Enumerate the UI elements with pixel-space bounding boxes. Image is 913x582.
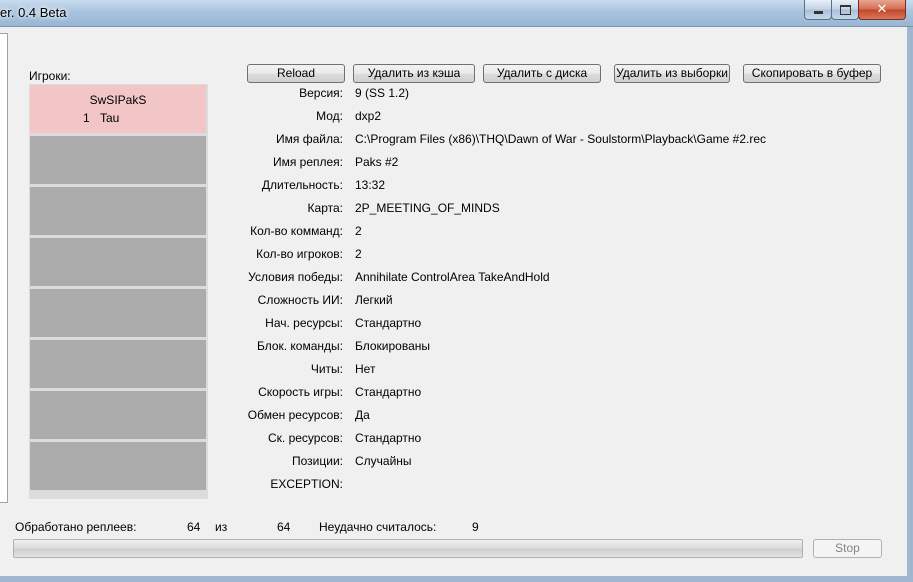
version-label: Версия: (299, 86, 343, 100)
player-slot-1[interactable]: SwSIPakS 1 Tau (30, 85, 206, 133)
close-icon: ✕ (876, 2, 888, 17)
map-value: 2P_MEETING_OF_MINDS (355, 201, 500, 215)
version-value: 9 (SS 1.2) (355, 86, 410, 100)
processed-label: Обработано реплеев: (15, 520, 137, 534)
window-frame-right (907, 27, 913, 582)
starting-resources-label: Нач. ресурсы: (265, 316, 343, 330)
players-count-label: Кол-во игроков: (256, 247, 343, 261)
reload-button[interactable]: Reload (247, 64, 345, 83)
delete-from-selection-button[interactable]: Удалить из выборки (614, 64, 730, 83)
mod-value: dxp2 (355, 109, 382, 123)
resource-sharing-label: Обмен ресурсов: (247, 408, 343, 422)
copy-to-clipboard-button[interactable]: Скопировать в буфер (743, 64, 881, 83)
player-slot-6[interactable] (30, 340, 206, 388)
players-panel: SwSIPakS 1 Tau (29, 84, 208, 499)
teams-count-label: Кол-во комманд: (250, 224, 343, 238)
map-label: Карта: (307, 201, 343, 215)
players-label: Игроки: (29, 69, 71, 83)
close-button[interactable]: ✕ (858, 0, 906, 20)
resource-sharing-value: Да (355, 408, 370, 422)
player-team: 1 (83, 111, 90, 125)
delete-from-disk-button[interactable]: Удалить с диска (483, 64, 601, 83)
player-slot-3[interactable] (30, 187, 206, 235)
cheats-value: Нет (355, 362, 376, 376)
of-label: из (215, 520, 228, 534)
player-name: SwSIPakS (89, 93, 147, 107)
failed-label: Неудачно считалось: (319, 520, 437, 534)
processed-count: 64 (187, 520, 201, 534)
victory-conditions-label: Условия победы: (248, 270, 343, 284)
minimize-icon (813, 11, 823, 14)
replay-name-value: Paks #2 (355, 155, 399, 169)
positions-label: Позиции: (292, 454, 343, 468)
window-title: er. 0.4 Beta (0, 5, 67, 20)
lock-teams-label: Блок. команды: (256, 339, 343, 353)
title-bar[interactable]: er. 0.4 Beta ✕ (0, 0, 913, 27)
lock-teams-value: Блокированы (355, 339, 431, 353)
minimize-button[interactable] (804, 0, 832, 20)
teams-count-value: 2 (355, 224, 362, 238)
mod-label: Мод: (316, 109, 343, 123)
replay-name-label: Имя реплея: (272, 155, 343, 169)
ai-difficulty-value: Легкий (355, 293, 393, 307)
game-speed-label: Скорость игры: (258, 385, 343, 399)
player-slot-5[interactable] (30, 289, 206, 337)
player-slot-2[interactable] (30, 136, 206, 184)
maximize-icon (839, 4, 851, 15)
game-speed-value: Стандартно (355, 385, 422, 399)
player-slot-7[interactable] (30, 391, 206, 439)
player-race: Tau (100, 111, 120, 125)
starting-resources-value: Стандартно (355, 316, 422, 330)
positions-value: Случайны (355, 454, 412, 468)
filename-value: C:\Program Files (x86)\THQ\Dawn of War -… (355, 132, 766, 146)
resource-rate-label: Ск. ресурсов: (268, 431, 343, 445)
duration-value: 13:32 (355, 178, 386, 192)
total-count: 64 (277, 520, 291, 534)
failed-count: 9 (472, 520, 479, 534)
ai-difficulty-label: Сложность ИИ: (257, 293, 343, 307)
filename-label: Имя файла: (276, 132, 343, 146)
victory-conditions-value: Annihilate ControlArea TakeAndHold (355, 270, 550, 284)
stop-button[interactable]: Stop (813, 539, 882, 558)
maximize-button[interactable] (831, 0, 859, 20)
replay-list-edge[interactable] (0, 33, 8, 503)
player-slot-4[interactable] (30, 238, 206, 286)
exception-label: EXCEPTION: (270, 477, 343, 491)
progress-bar (13, 539, 803, 558)
duration-label: Длительность: (261, 178, 343, 192)
resource-rate-value: Стандартно (355, 431, 422, 445)
delete-from-cache-button[interactable]: Удалить из кэша (353, 64, 475, 83)
player-slot-8[interactable] (30, 442, 206, 490)
players-count-value: 2 (355, 247, 362, 261)
cheats-label: Читы: (310, 362, 343, 376)
window-frame-bottom (0, 576, 907, 582)
